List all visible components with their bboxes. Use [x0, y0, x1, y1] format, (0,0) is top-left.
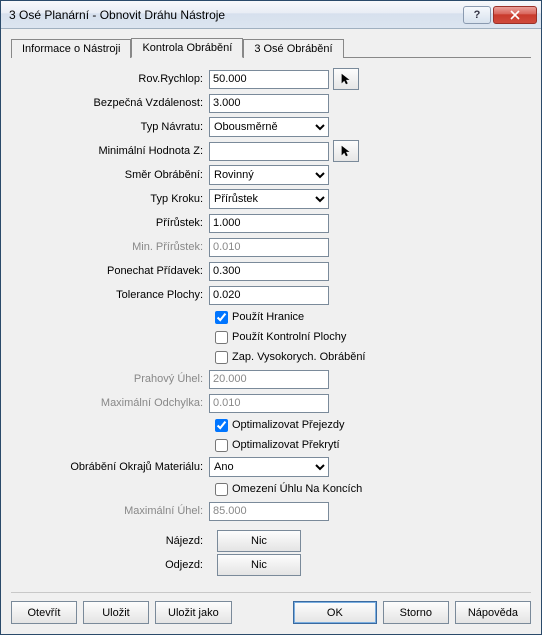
- select-okraje[interactable]: Ano: [209, 457, 329, 477]
- label-zap-vysokorych: Zap. Vysokorych. Obrábění: [232, 351, 366, 363]
- form-area: Rov.Rychlop: Bezpečná Vzdálenost: Typ Ná…: [11, 66, 531, 582]
- client-area: Informace o Nástroji Kontrola Obrábění 3…: [1, 29, 541, 634]
- label-max-odchylka: Maximální Odchylka:: [19, 397, 209, 409]
- close-titlebar-button[interactable]: [493, 6, 537, 24]
- input-max-odchylka[interactable]: [209, 394, 329, 413]
- label-min-prirustek: Min. Přírůstek:: [19, 241, 209, 253]
- label-tolerance: Tolerance Plochy:: [19, 289, 209, 301]
- cursor-icon: [339, 144, 353, 158]
- button-ulozit-jako[interactable]: Uložit jako: [155, 601, 232, 624]
- input-prahovy[interactable]: [209, 370, 329, 389]
- button-najezd[interactable]: Nic: [217, 530, 301, 552]
- label-prirustek: Přírůstek:: [19, 217, 209, 229]
- input-rov-rychlop[interactable]: [209, 70, 329, 89]
- label-typ-kroku: Typ Kroku:: [19, 193, 209, 205]
- separator: [11, 592, 531, 593]
- check-zap-vysokorych[interactable]: [215, 351, 228, 364]
- pick-min-hodnota-z[interactable]: [333, 140, 359, 162]
- label-rov-rychlop: Rov.Rychlop:: [19, 73, 209, 85]
- cursor-icon: [339, 72, 353, 86]
- tabstrip: Informace o Nástroji Kontrola Obrábění 3…: [11, 37, 531, 58]
- input-max-uhel[interactable]: [209, 502, 329, 521]
- button-napoveda[interactable]: Nápověda: [455, 601, 531, 624]
- label-smer: Směr Obrábění:: [19, 169, 209, 181]
- label-typ-navratu: Typ Návratu:: [19, 121, 209, 133]
- button-storno[interactable]: Storno: [383, 601, 449, 624]
- button-otevrit[interactable]: Otevřít: [11, 601, 77, 624]
- label-ponechat: Ponechat Přídavek:: [19, 265, 209, 277]
- label-omezeni-uhlu: Omezení Úhlu Na Koncích: [232, 483, 362, 495]
- input-min-prirustek[interactable]: [209, 238, 329, 257]
- label-bezpecna: Bezpečná Vzdálenost:: [19, 97, 209, 109]
- check-opt-prekryti[interactable]: [215, 439, 228, 452]
- label-opt-prejezdy: Optimalizovat Přejezdy: [232, 419, 345, 431]
- input-min-hodnota-z[interactable]: [209, 142, 329, 161]
- select-typ-kroku[interactable]: Přírůstek: [209, 189, 329, 209]
- check-pouzit-hranice[interactable]: [215, 311, 228, 324]
- check-opt-prejezdy[interactable]: [215, 419, 228, 432]
- input-prirustek[interactable]: [209, 214, 329, 233]
- tab-3ose[interactable]: 3 Osé Obrábění: [243, 39, 343, 58]
- input-tolerance[interactable]: [209, 286, 329, 305]
- tab-info[interactable]: Informace o Nástroji: [11, 39, 131, 58]
- check-pouzit-kontrolni[interactable]: [215, 331, 228, 344]
- check-omezeni-uhlu[interactable]: [215, 483, 228, 496]
- label-prahovy: Prahový Úhel:: [19, 373, 209, 385]
- button-ok[interactable]: OK: [293, 601, 377, 624]
- label-odjezd: Odjezd:: [19, 559, 209, 571]
- select-smer[interactable]: Rovinný: [209, 165, 329, 185]
- input-ponechat[interactable]: [209, 262, 329, 281]
- tab-kontrola[interactable]: Kontrola Obrábění: [131, 38, 243, 58]
- label-min-hodnota-z: Minimální Hodnota Z:: [19, 145, 209, 157]
- dialog-window: 3 Osé Planární - Obnovit Dráhu Nástroje …: [0, 0, 542, 635]
- label-pouzit-hranice: Použít Hranice: [232, 311, 304, 323]
- window-title: 3 Osé Planární - Obnovit Dráhu Nástroje: [9, 8, 461, 22]
- button-odjezd[interactable]: Nic: [217, 554, 301, 576]
- label-pouzit-kontrolni: Použít Kontrolní Plochy: [232, 331, 346, 343]
- label-okraje: Obrábění Okrajů Materiálu:: [19, 461, 209, 473]
- titlebar: 3 Osé Planární - Obnovit Dráhu Nástroje …: [1, 1, 541, 29]
- input-bezpecna[interactable]: [209, 94, 329, 113]
- label-max-uhel: Maximální Úhel:: [19, 505, 209, 517]
- help-titlebar-button[interactable]: ?: [463, 6, 491, 24]
- pick-rov-rychlop[interactable]: [333, 68, 359, 90]
- select-typ-navratu[interactable]: Obousměrně: [209, 117, 329, 137]
- bottom-bar: Otevřít Uložit Uložit jako OK Storno Náp…: [11, 601, 531, 624]
- label-najezd: Nájezd:: [19, 535, 209, 547]
- label-opt-prekryti: Optimalizovat Překrytí: [232, 439, 340, 451]
- button-ulozit[interactable]: Uložit: [83, 601, 149, 624]
